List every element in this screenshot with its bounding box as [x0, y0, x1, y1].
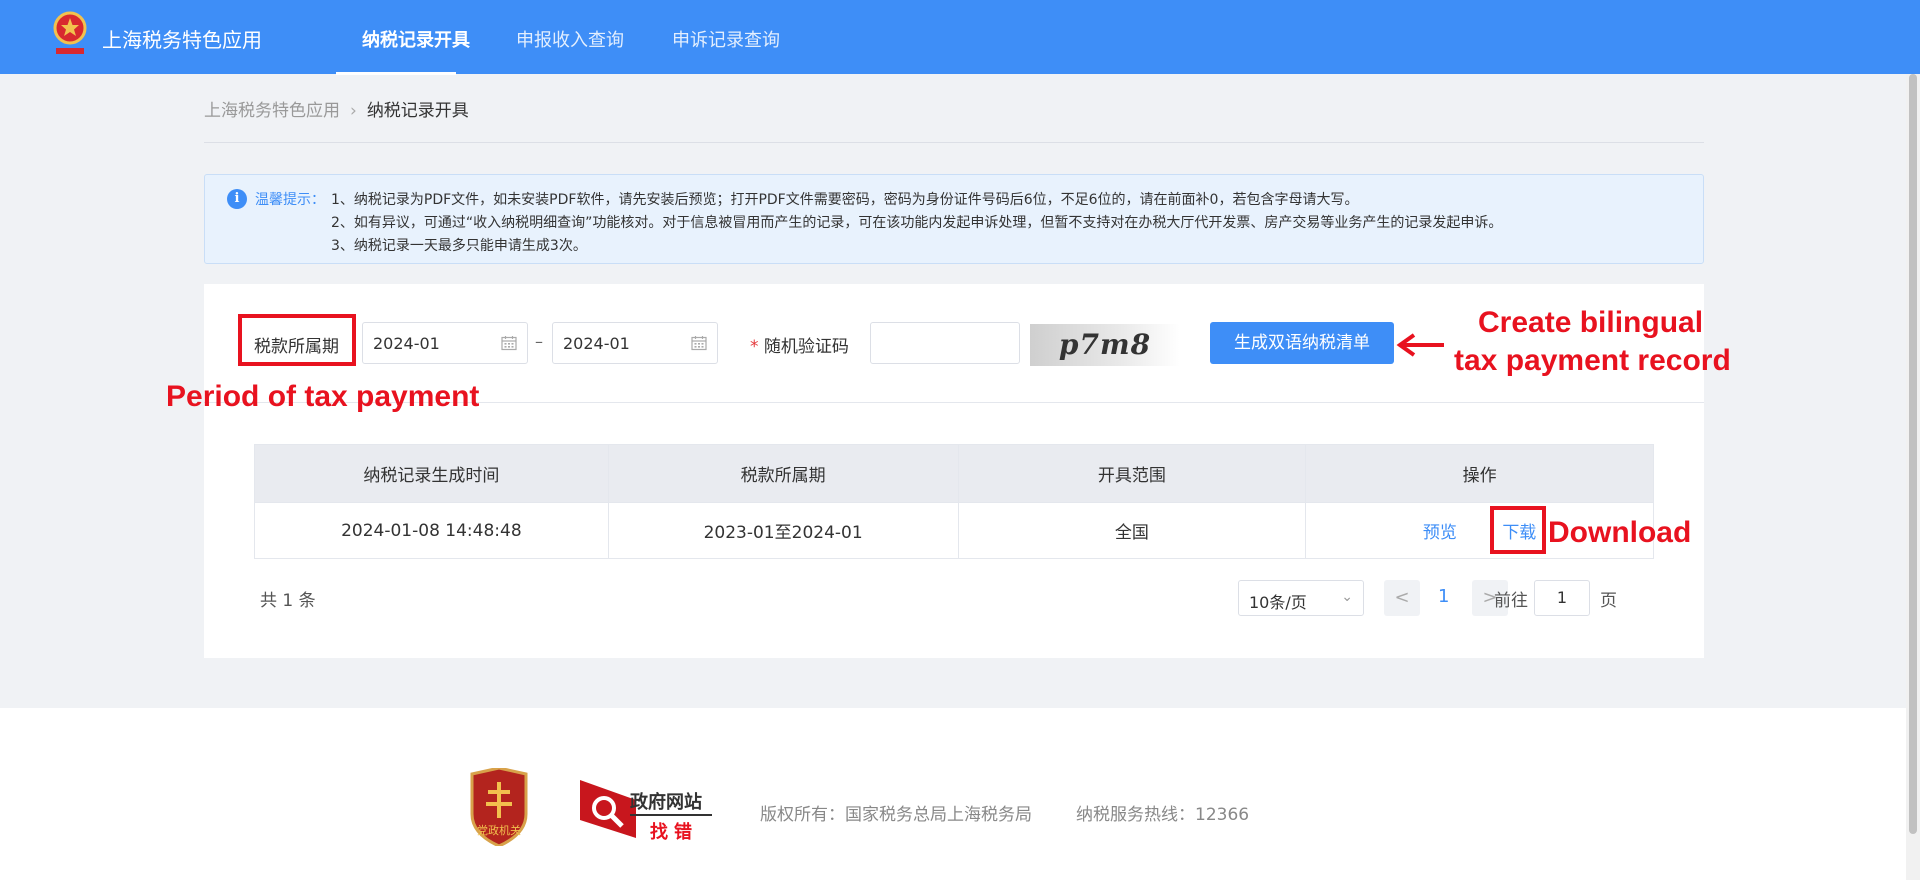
arrow-left-icon: [1396, 333, 1444, 357]
captcha-input[interactable]: [870, 322, 1020, 364]
goto-prefix: 前往: [1494, 591, 1528, 611]
col-scope: 开具范围: [957, 444, 1307, 503]
captcha-image[interactable]: p7m8: [1030, 324, 1180, 366]
breadcrumb-separator-icon: ›: [350, 101, 357, 121]
goto-suffix: 页: [1600, 591, 1617, 611]
gov-site-title[interactable]: 政府网站: [630, 788, 702, 814]
total-count: 共 1 条: [260, 591, 316, 611]
cell-period: 2023-01至2024-01: [607, 502, 959, 559]
download-annotation: Download: [1548, 516, 1692, 549]
hotline-text: 纳税服务热线：12366: [1076, 805, 1250, 825]
info-icon: i: [227, 189, 247, 209]
copyright-text: 版权所有：国家税务总局上海税务局: [760, 805, 1032, 825]
breadcrumb-root[interactable]: 上海税务特色应用: [204, 101, 340, 121]
breadcrumb-divider: [204, 142, 1704, 143]
preview-link[interactable]: 预览: [1423, 518, 1457, 543]
cell-scope: 全国: [957, 502, 1307, 559]
tax-emblem-icon: [53, 11, 87, 54]
notice-line-3: 3、纳税记录一天最多只能申请生成3次。: [331, 238, 587, 254]
government-site-error-logo-icon[interactable]: [580, 780, 636, 838]
calendar-icon: [501, 336, 517, 351]
nav-income-query[interactable]: 申报收入查询: [516, 26, 624, 52]
notice-line-1: 1、纳税记录为PDF文件，如未安装PDF软件，请先安装后预览；打开PDF文件需要…: [331, 192, 1359, 208]
page-size-value: 10条/页: [1249, 593, 1307, 612]
app-title[interactable]: 上海税务特色应用: [102, 24, 262, 53]
nav-active-indicator: [336, 72, 456, 75]
cell-generated-time: 2024-01-08 14:48:48: [254, 502, 609, 559]
party-government-badge-icon[interactable]: 党政机关: [466, 768, 532, 846]
gov-site-subtitle[interactable]: 找错: [650, 818, 698, 844]
notice-box: i 温馨提示： 1、纳税记录为PDF文件，如未安装PDF软件，请先安装后预览；打…: [204, 174, 1704, 264]
breadcrumb: 上海税务特色应用 › 纳税记录开具: [204, 96, 469, 121]
notice-line-2: 2、如有异议，可通过“收入纳税明细查询”功能核对。对于信息被冒用而产生的记录，可…: [331, 215, 1503, 231]
generate-bilingual-button[interactable]: 生成双语纳税清单: [1210, 322, 1394, 364]
table-row: 2024-01-08 14:48:48 2023-01至2024-01 全国 预…: [254, 502, 1654, 559]
current-page-number[interactable]: 1: [1438, 586, 1449, 607]
start-date-picker[interactable]: 2024-01: [362, 322, 528, 364]
goto-page-input[interactable]: 1: [1534, 580, 1590, 616]
end-date-picker[interactable]: 2024-01: [552, 322, 718, 364]
create-annotation-line-1: Create bilingual: [1478, 306, 1704, 339]
breadcrumb-current: 纳税记录开具: [366, 101, 469, 121]
query-panel: 税款所属期 2024-01 – 2024-01 * 随机验证码 p7m8 生成双…: [204, 284, 1704, 658]
gov-site-divider: [630, 814, 712, 816]
page-scrollbar[interactable]: [1906, 74, 1920, 880]
create-annotation-line-2: tax payment record: [1454, 344, 1731, 377]
end-date-value: 2024-01: [563, 334, 630, 353]
prev-page-button[interactable]: <: [1384, 580, 1420, 616]
badge-text: 党政机关: [477, 823, 521, 837]
col-operations: 操作: [1305, 444, 1654, 503]
captcha-label-text: 随机验证码: [763, 337, 849, 357]
nav-appeal-query[interactable]: 申诉记录查询: [672, 26, 780, 52]
download-highlight-box: [1490, 506, 1546, 554]
scrollbar-thumb[interactable]: [1909, 74, 1917, 834]
page-size-select[interactable]: 10条/页 ⌄: [1238, 580, 1364, 616]
nav-tax-record[interactable]: 纳税记录开具: [362, 26, 470, 52]
top-header: 上海税务特色应用 纳税记录开具 申报收入查询 申诉记录查询: [0, 0, 1920, 75]
col-period: 税款所属期: [607, 444, 959, 503]
period-annotation: Period of tax payment: [166, 380, 480, 413]
required-mark: *: [750, 337, 759, 357]
notice-label: 温馨提示：: [255, 192, 325, 208]
footer: 党政机关 政府网站 找错 版权所有：国家税务总局上海税务局 纳税服务热线：123…: [0, 708, 1906, 880]
captcha-label: * 随机验证码: [750, 332, 849, 357]
records-table: 纳税记录生成时间 税款所属期 开具范围 操作 2024-01-08 14:48:…: [254, 444, 1654, 559]
date-range-separator: –: [535, 332, 543, 351]
col-generated-time: 纳税记录生成时间: [254, 444, 609, 503]
table-header-row: 纳税记录生成时间 税款所属期 开具范围 操作: [254, 444, 1654, 503]
chevron-down-icon: ⌄: [1341, 589, 1353, 605]
start-date-value: 2024-01: [373, 334, 440, 353]
calendar-icon: [691, 336, 707, 351]
period-highlight-box: [238, 314, 356, 366]
